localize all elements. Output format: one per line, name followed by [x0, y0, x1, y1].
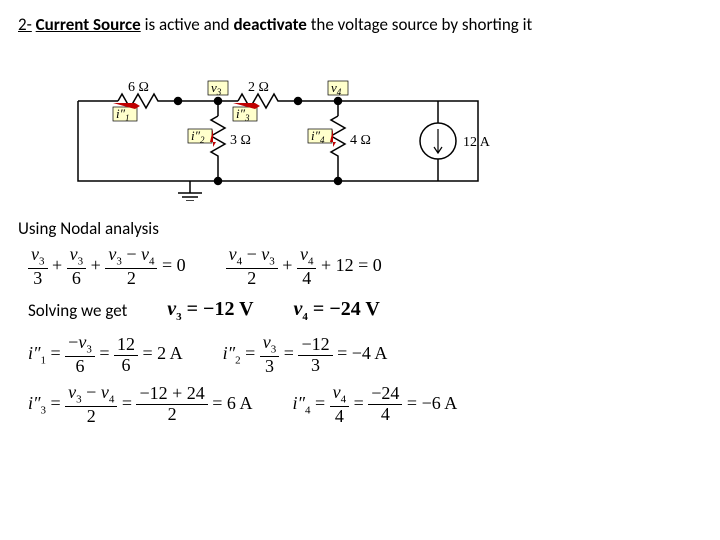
solving-label: Solving we get: [28, 300, 127, 321]
nodal-equations: v33 + v36 + v3 − v42 = 0 v4 − v32 + v44 …: [28, 245, 702, 288]
title: 2- Current Source is active and deactiva…: [18, 14, 702, 35]
solving-row: Solving we get v3 = −12 V v4 = −24 V: [28, 298, 702, 323]
nodal-label: Using Nodal analysis: [18, 218, 702, 239]
r2-label: 2 Ω: [248, 80, 269, 95]
r1-label: 6 Ω: [128, 80, 149, 95]
title-t1: is active and: [145, 14, 234, 35]
r3-label: 3 Ω: [230, 133, 251, 148]
i1-i2-row: i″1 = −v36 = 126 = 2 A i″2 = v33 = −123 …: [28, 333, 702, 376]
r4-label: 4 Ω: [350, 133, 371, 148]
circuit-diagram: i″1 i″3 i″2 i″4 v3 v4 6 Ω 2 Ω 3 Ω 4 Ω 12…: [58, 51, 518, 201]
title-prefix: 2-: [18, 14, 32, 35]
i3-i4-row: i″3 = v3 − v42 = −12 + 242 = 6 A i″4 = v…: [28, 383, 702, 426]
title-t2: the voltage source by shorting it: [311, 14, 533, 35]
isrc-label: 12 A: [463, 135, 491, 150]
title-b2: deactivate: [233, 14, 306, 35]
title-b1: Current Source: [36, 14, 141, 35]
